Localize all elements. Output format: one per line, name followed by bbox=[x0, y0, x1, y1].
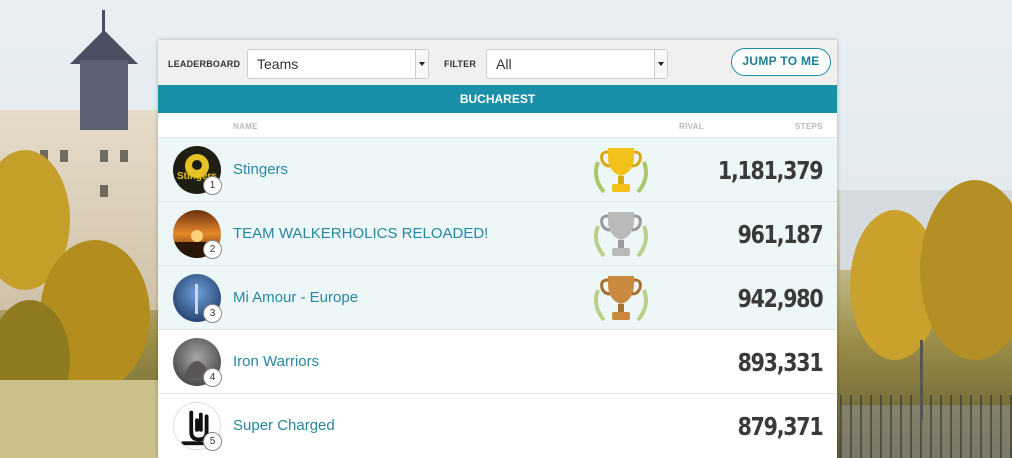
team-row[interactable]: 2 TEAM WALKERHOLICS RELOADED! 961,187 bbox=[158, 201, 837, 265]
column-header-rival: RIVAL bbox=[679, 122, 704, 131]
leaderboard-select[interactable]: Teams bbox=[247, 49, 429, 79]
step-count: 879,371 bbox=[737, 412, 823, 441]
toolbar: LEADERBOARD Teams FILTER All JUMP TO ME bbox=[158, 40, 837, 85]
team-name-link[interactable]: TEAM WALKERHOLICS RELOADED! bbox=[233, 225, 488, 242]
leaderboard-select-value: Teams bbox=[257, 56, 299, 72]
team-row[interactable]: 3 Mi Amour - Europe 942,980 bbox=[158, 265, 837, 329]
leaderboard-list: Stingers 1 Stingers 1,181,379 2 TEAM WAL… bbox=[158, 137, 837, 457]
silver-trophy-icon bbox=[594, 212, 648, 258]
rank-badge: 2 bbox=[203, 240, 222, 259]
column-header-name: NAME bbox=[233, 122, 258, 131]
bronze-trophy-icon bbox=[594, 276, 648, 322]
rank-badge: 3 bbox=[203, 304, 222, 323]
jump-to-me-button[interactable]: JUMP TO ME bbox=[731, 48, 831, 76]
rank-badge: 1 bbox=[203, 176, 222, 195]
team-name-link[interactable]: Super Charged bbox=[233, 417, 335, 434]
filter-select[interactable]: All bbox=[486, 49, 668, 79]
rank-badge: 4 bbox=[203, 368, 222, 387]
chevron-down-icon bbox=[654, 50, 667, 78]
leaderboard-panel: LEADERBOARD Teams FILTER All JUMP TO ME … bbox=[158, 40, 837, 458]
team-name-link[interactable]: Iron Warriors bbox=[233, 353, 319, 370]
leaderboard-label: LEADERBOARD bbox=[168, 59, 241, 69]
step-count: 893,331 bbox=[737, 348, 823, 377]
rank-badge: 5 bbox=[203, 432, 222, 451]
gold-trophy-icon bbox=[594, 148, 648, 194]
step-count: 942,980 bbox=[737, 284, 823, 313]
team-name-link[interactable]: Mi Amour - Europe bbox=[233, 289, 358, 306]
team-row[interactable]: 5 Super Charged 879,371 bbox=[158, 393, 837, 457]
region-header: BUCHAREST bbox=[158, 85, 837, 113]
filter-label: FILTER bbox=[444, 59, 477, 69]
chevron-down-icon bbox=[415, 50, 428, 78]
column-header-steps: STEPS bbox=[795, 122, 823, 131]
step-count: 961,187 bbox=[737, 220, 823, 249]
team-row[interactable]: Stingers 1 Stingers 1,181,379 bbox=[158, 137, 837, 201]
filter-select-value: All bbox=[496, 56, 512, 72]
team-row[interactable]: 4 Iron Warriors 893,331 bbox=[158, 329, 837, 393]
team-name-link[interactable]: Stingers bbox=[233, 161, 288, 178]
step-count: 1,181,379 bbox=[717, 156, 824, 185]
